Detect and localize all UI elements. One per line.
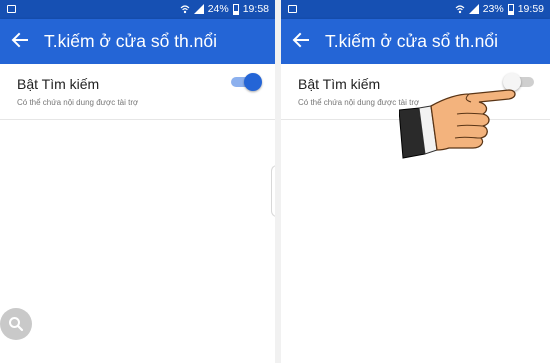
app-bar: T.kiếm ở cửa sổ th.nổi	[281, 19, 550, 64]
back-arrow-icon[interactable]	[291, 30, 311, 50]
search-toggle[interactable]	[228, 73, 262, 91]
battery-percent: 23%	[482, 3, 504, 15]
status-bar: 24% 19:58	[0, 0, 275, 19]
setting-label: Bật Tìm kiếm	[298, 76, 381, 92]
wifi-icon	[180, 5, 190, 14]
image-icon	[288, 5, 297, 13]
screen-after: 23% 19:59 T.kiếm ở cửa sổ th.nổi Bật Tìm…	[281, 0, 550, 363]
battery-percent: 24%	[207, 3, 229, 15]
setting-row-search[interactable]: Bật Tìm kiếm Có thể chứa nội dung được t…	[0, 64, 275, 120]
setting-description: Có thể chứa nội dung được tài trợ	[17, 98, 139, 107]
clock: 19:58	[242, 3, 269, 15]
signal-icon	[468, 4, 479, 14]
back-arrow-icon[interactable]	[10, 30, 30, 50]
search-icon	[9, 317, 24, 332]
page-title: T.kiếm ở cửa sổ th.nổi	[44, 31, 217, 51]
status-bar: 23% 19:59	[281, 0, 550, 19]
wifi-icon	[455, 5, 465, 14]
battery-icon	[507, 3, 514, 15]
pointing-hand-icon	[399, 89, 516, 159]
screen-before: 24% 19:58 T.kiếm ở cửa sổ th.nổi Bật Tìm…	[0, 0, 275, 363]
setting-label: Bật Tìm kiếm	[17, 76, 100, 92]
image-icon	[7, 5, 16, 13]
page-title: T.kiếm ở cửa sổ th.nổi	[325, 31, 498, 51]
signal-icon	[193, 4, 204, 14]
search-bubble[interactable]	[0, 308, 32, 340]
app-bar: T.kiếm ở cửa sổ th.nổi	[0, 19, 275, 64]
clock: 19:59	[517, 3, 544, 15]
battery-icon	[232, 3, 239, 15]
